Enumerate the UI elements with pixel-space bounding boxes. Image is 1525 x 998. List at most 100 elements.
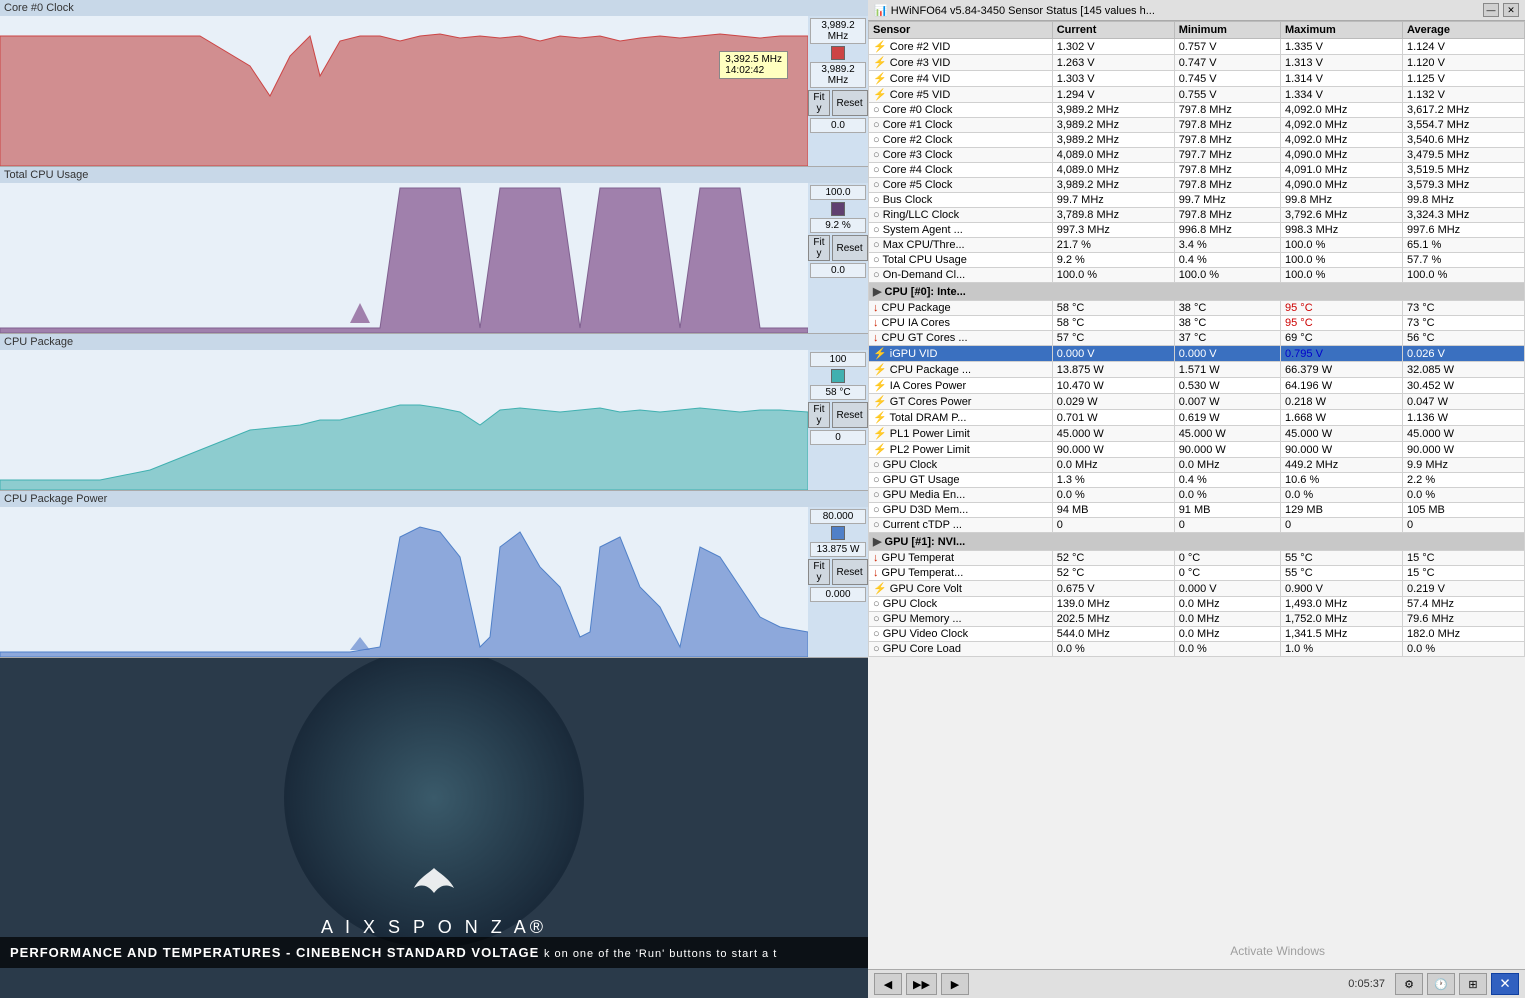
minimize-button[interactable]: — <box>1483 3 1499 17</box>
clock-icon: ○ <box>873 104 880 116</box>
sensor-maximum: 3,792.6 MHz <box>1281 208 1403 223</box>
cpu-usage-reset[interactable]: Reset <box>832 235 868 261</box>
cpu-usage-value1: 100.0 <box>810 185 866 200</box>
max-value: 1.334 V <box>1285 89 1323 101</box>
sensor-minimum: 797.8 MHz <box>1174 118 1280 133</box>
max-value: 4,091.0 MHz <box>1285 164 1347 176</box>
sensor-average: 0.219 V <box>1402 581 1524 597</box>
table-row: ○ Core #0 Clock 3,989.2 MHz 797.8 MHz 4,… <box>869 103 1525 118</box>
sensor-average: 32.085 W <box>1402 362 1524 378</box>
max-value: 66.379 W <box>1285 364 1332 376</box>
clock-icon: ○ <box>873 194 880 206</box>
cpu-usage-fity[interactable]: Fit y <box>808 235 829 261</box>
back-button[interactable]: ◀ <box>874 973 902 995</box>
max-value: 100.0 % <box>1285 239 1325 251</box>
settings-button[interactable]: ⚙ <box>1395 973 1423 995</box>
clock-icon: ○ <box>873 628 880 640</box>
col-sensor: Sensor <box>869 22 1053 39</box>
cpu-package-fity[interactable]: Fit y <box>808 402 829 428</box>
sensor-average: 0 <box>1402 518 1524 533</box>
sensor-maximum: 95 °C <box>1281 301 1403 316</box>
max-value-red: 95 °C <box>1285 317 1313 329</box>
sensor-minimum: 0.0 MHz <box>1174 627 1280 642</box>
sensor-name: ○ Core #3 Clock <box>869 148 1053 163</box>
volt-icon: ⚡ <box>873 89 887 101</box>
bottom-toolbar: ◀ ▶▶ ▶ 0:05:37 ⚙ 🕐 ⊞ ✕ <box>868 969 1525 998</box>
table-row: ○ Core #5 Clock 3,989.2 MHz 797.8 MHz 4,… <box>869 178 1525 193</box>
sensor-name: ⚡ Core #4 VID <box>869 71 1053 87</box>
sensor-current: 9.2 % <box>1052 253 1174 268</box>
power-icon: ⚡ <box>873 380 887 392</box>
sensor-name: ⚡ IA Cores Power <box>869 378 1053 394</box>
sensor-maximum: 1.668 W <box>1281 410 1403 426</box>
max-value: 1.313 V <box>1285 57 1323 69</box>
max-value-blue: 0.795 V <box>1285 348 1323 360</box>
sensor-maximum: 0 <box>1281 518 1403 533</box>
cpu-usage-chart-area: 100.0 9.2 % Fit y Reset 0.0 <box>0 183 868 333</box>
sensor-minimum: 996.8 MHz <box>1174 223 1280 238</box>
sensor-maximum: 4,091.0 MHz <box>1281 163 1403 178</box>
sensor-name: ⚡ GT Cores Power <box>869 394 1053 410</box>
cpu-package-reset[interactable]: Reset <box>832 402 868 428</box>
clock-button[interactable]: 🕐 <box>1427 973 1455 995</box>
cpu-power-fity[interactable]: Fit y <box>808 559 829 585</box>
sensor-minimum: 0.530 W <box>1174 378 1280 394</box>
sensor-minimum: 0.755 V <box>1174 87 1280 103</box>
core-clock-reset[interactable]: Reset <box>832 90 868 116</box>
cpu-package-sidebar: 100 58 °C Fit y Reset 0 <box>808 350 868 490</box>
clock-icon: ○ <box>873 224 880 236</box>
sensor-maximum: 100.0 % <box>1281 253 1403 268</box>
sensor-current: 4,089.0 MHz <box>1052 163 1174 178</box>
sensor-current: 57 °C <box>1052 331 1174 346</box>
cpu-usage-color <box>831 202 845 216</box>
table-row: ○ Total CPU Usage 9.2 % 0.4 % 100.0 % 57… <box>869 253 1525 268</box>
table-row: ○ GPU Memory ... 202.5 MHz 0.0 MHz 1,752… <box>869 612 1525 627</box>
sensor-current: 58 °C <box>1052 316 1174 331</box>
sensor-name: ○ GPU GT Usage <box>869 473 1053 488</box>
sensor-average: 15 °C <box>1402 566 1524 581</box>
sensor-maximum: 449.2 MHz <box>1281 458 1403 473</box>
sensor-name: ↓ GPU Temperat... <box>869 566 1053 581</box>
sensor-maximum: 0.795 V <box>1281 346 1403 362</box>
close-red-button[interactable]: ✕ <box>1491 973 1519 995</box>
cpu-package-title: CPU Package <box>0 334 868 350</box>
sensor-minimum: 0.0 MHz <box>1174 612 1280 627</box>
table-row: ⚡ GT Cores Power 0.029 W 0.007 W 0.218 W… <box>869 394 1525 410</box>
sensor-maximum: 69 °C <box>1281 331 1403 346</box>
table-row: ↓ CPU Package 58 °C 38 °C 95 °C 73 °C <box>869 301 1525 316</box>
sensor-average: 3,519.5 MHz <box>1402 163 1524 178</box>
sensor-maximum: 4,092.0 MHz <box>1281 118 1403 133</box>
max-value: 100.0 % <box>1285 254 1325 266</box>
cpu-power-reset[interactable]: Reset <box>832 559 868 585</box>
sensor-current: 0.0 MHz <box>1052 458 1174 473</box>
sensor-current: 0.701 W <box>1052 410 1174 426</box>
sensor-average: 0.047 W <box>1402 394 1524 410</box>
sensor-current: 0.029 W <box>1052 394 1174 410</box>
windows-button[interactable]: ⊞ <box>1459 973 1487 995</box>
max-value: 1.314 V <box>1285 73 1323 85</box>
sensor-average: 15 °C <box>1402 551 1524 566</box>
forward-button[interactable]: ▶▶ <box>906 973 937 995</box>
sensor-table: Sensor Current Minimum Maximum Average ⚡… <box>868 21 1525 969</box>
sensor-average: 79.6 MHz <box>1402 612 1524 627</box>
power-icon: ⚡ <box>873 444 887 456</box>
sensor-average: 1.132 V <box>1402 87 1524 103</box>
sensor-current: 3,989.2 MHz <box>1052 118 1174 133</box>
close-button[interactable]: ✕ <box>1503 3 1519 17</box>
brand-logo <box>404 858 464 918</box>
sensor-name: ○ GPU Clock <box>869 597 1053 612</box>
cpu-usage-sidebar: 100.0 9.2 % Fit y Reset 0.0 <box>808 183 868 333</box>
core-clock-fity[interactable]: Fit y <box>808 90 829 116</box>
sensor-maximum: 0.900 V <box>1281 581 1403 597</box>
forward2-button[interactable]: ▶ <box>941 973 969 995</box>
table-row: ○ GPU Core Load 0.0 % 0.0 % 1.0 % 0.0 % <box>869 642 1525 657</box>
sensor-current: 1.302 V <box>1052 39 1174 55</box>
sensor-minimum: 0 °C <box>1174 551 1280 566</box>
sensor-maximum: 998.3 MHz <box>1281 223 1403 238</box>
max-value: 55 °C <box>1285 567 1313 579</box>
cpu-power-value2: 13.875 W <box>810 542 866 557</box>
bottom-performance-text: PERFORMANCE AND TEMPERATURES - CINEBENCH… <box>0 937 868 968</box>
max-value: 1,493.0 MHz <box>1285 598 1347 610</box>
sensor-maximum: 90.000 W <box>1281 442 1403 458</box>
sensor-current: 4,089.0 MHz <box>1052 148 1174 163</box>
